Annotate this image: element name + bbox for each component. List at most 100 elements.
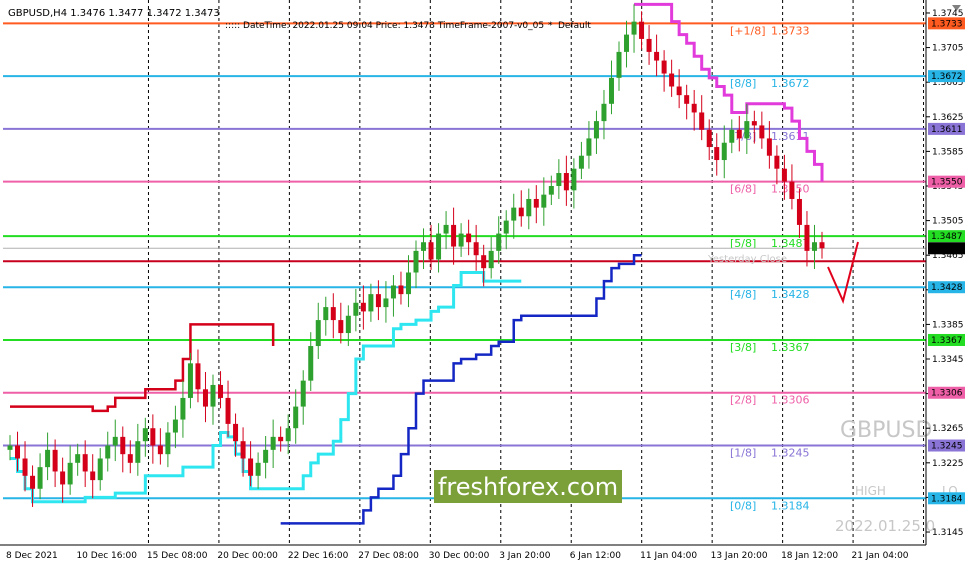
price-label: 1.3705 — [932, 44, 964, 54]
murrey-level-name: [+1/8] — [730, 24, 766, 37]
candle-body — [451, 224, 457, 247]
time-label: 6 Jan 12:00 — [570, 551, 622, 561]
candle-body — [300, 380, 306, 407]
time-label: 11 Jan 04:00 — [640, 551, 697, 561]
murrey-level-value: 1.3245 — [771, 447, 810, 460]
candle-body — [661, 60, 667, 74]
candle-body — [684, 95, 690, 104]
level-price-tag-text: 1.3672 — [931, 72, 963, 82]
candle-body — [774, 155, 780, 169]
candle-body — [518, 207, 524, 217]
candle-body — [714, 147, 720, 161]
chart-canvas: [+1/8]1.3733[8/8]1.3672[7/8]1.3611[6/8]1… — [0, 0, 970, 568]
candle-body — [578, 155, 584, 169]
candle-body — [616, 51, 622, 78]
candle-body — [488, 250, 494, 269]
candle-body — [436, 233, 442, 260]
price-label: 1.3145 — [932, 528, 964, 538]
candle-body — [120, 436, 126, 455]
price-label: 1.3585 — [932, 147, 964, 157]
candle-body — [67, 462, 73, 485]
murrey-level-name: [3/8] — [730, 341, 756, 354]
candle-body — [338, 320, 344, 334]
candle-body — [721, 142, 727, 161]
price-label: 1.3225 — [932, 459, 964, 469]
time-label: 21 Jan 04:00 — [852, 551, 909, 561]
level-price-tag-text: 1.3367 — [931, 336, 963, 346]
candle-body — [496, 233, 502, 251]
candle-body — [112, 436, 118, 446]
candle-body — [729, 129, 735, 143]
indicator-info: ::::: DateTime: 2022.01.25 09:04 Price: … — [225, 21, 544, 31]
candle-body — [165, 432, 171, 455]
level-price-tag-text: 1.3733 — [931, 19, 963, 29]
candle-body — [360, 302, 366, 312]
brand-text: freshforex.com — [438, 473, 618, 501]
candle-body — [218, 384, 224, 398]
candle-body — [466, 233, 472, 243]
candle-body — [751, 121, 757, 126]
candle-body — [811, 242, 817, 251]
candle-body — [421, 242, 427, 251]
level-price-tag-text: 1.3428 — [931, 283, 963, 293]
time-label: 13 Jan 20:00 — [711, 551, 768, 561]
candle-body — [639, 21, 645, 39]
high-watermark: HIGH — [855, 484, 886, 498]
candle-body — [781, 168, 787, 182]
candle-body — [796, 198, 802, 225]
candle-body — [52, 449, 58, 472]
time-label: 20 Dec 00:00 — [217, 551, 278, 561]
candle-body — [541, 194, 547, 208]
candle-body — [315, 320, 321, 347]
level-price-tag-text: 1.3487 — [931, 232, 963, 242]
candle-body — [172, 419, 178, 433]
candle-body — [383, 298, 389, 308]
candle-body — [293, 406, 299, 429]
candle-body — [210, 384, 216, 407]
candle-body — [766, 138, 772, 156]
time-label: 22 Dec 16:00 — [288, 551, 349, 561]
candle-body — [571, 168, 577, 191]
candle-body — [375, 294, 381, 308]
candle-body — [511, 207, 517, 221]
symbol-watermark: GBPUSD — [840, 418, 932, 443]
candle-body — [759, 125, 765, 139]
default-marker: * — [548, 21, 553, 31]
date-watermark: 2022.01.25 0 — [835, 517, 935, 535]
candle-body — [699, 112, 705, 130]
murrey-level-value: 1.3184 — [771, 499, 810, 512]
murrey-level-value: 1.3672 — [771, 77, 810, 90]
candle-body — [390, 285, 396, 299]
candle-body — [526, 198, 532, 217]
candle-body — [413, 250, 419, 273]
candle-body — [202, 389, 208, 407]
candle-body — [157, 445, 163, 455]
yesterday-close-label: Yesterday Close — [707, 254, 787, 265]
candle-body — [97, 458, 103, 481]
candle-body — [804, 224, 810, 251]
candle-body — [458, 233, 464, 247]
candle-body — [330, 307, 336, 321]
candle-body — [676, 86, 682, 96]
candle-body — [248, 458, 254, 476]
price-label: 1.3385 — [932, 320, 964, 330]
candle-body — [691, 103, 697, 113]
candle-body — [255, 462, 261, 476]
candle-body — [142, 428, 148, 442]
candle-body — [7, 445, 13, 450]
time-label: 27 Dec 08:00 — [358, 551, 419, 561]
murrey-level-name: [6/8] — [730, 183, 756, 196]
candle-body — [789, 181, 795, 199]
candle-body — [563, 173, 569, 191]
murrey-level-name: [1/8] — [730, 447, 756, 460]
candle-body — [533, 198, 539, 208]
candle-body — [278, 436, 284, 442]
candle-body — [187, 363, 193, 398]
murrey-level-name: [8/8] — [730, 77, 756, 90]
level-price-tag-text: 1.3184 — [931, 494, 963, 504]
candle-body — [669, 73, 675, 87]
murrey-level-value: 1.3611 — [771, 130, 810, 143]
symbol-info: GBPUSD,H4 1.3476 1.3477 1.3472 1.3473 — [8, 8, 220, 19]
candle-body — [706, 129, 712, 148]
candle-body — [736, 129, 742, 139]
